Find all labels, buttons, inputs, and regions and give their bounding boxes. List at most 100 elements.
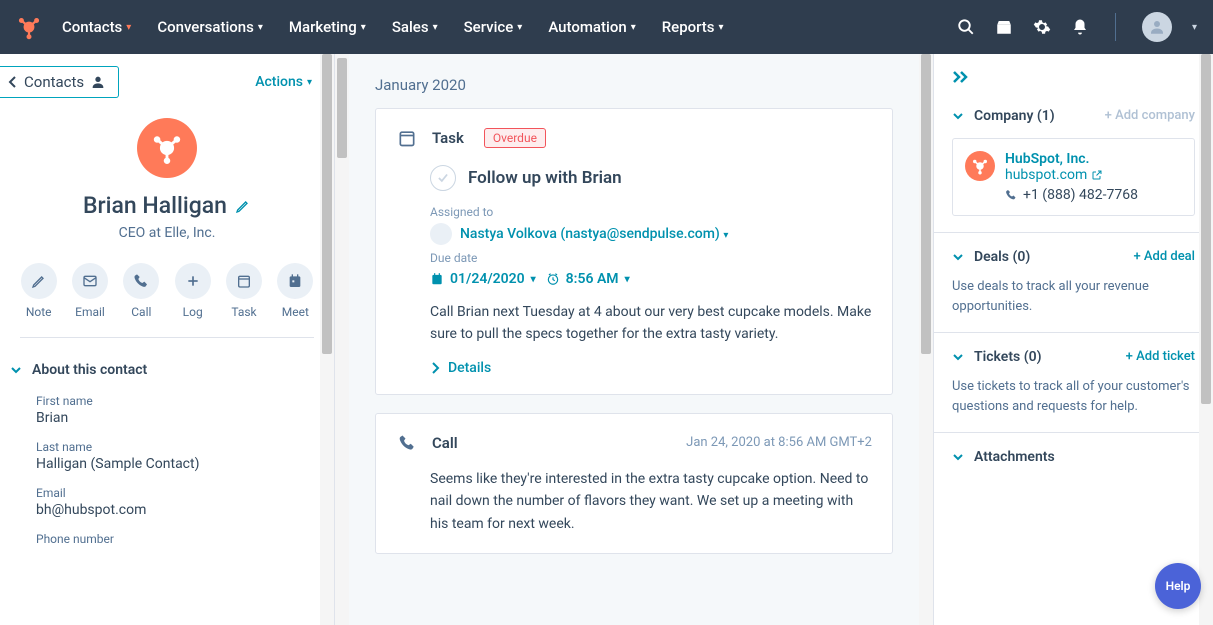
action-label: Call [131,305,151,319]
chevron-down-icon: ▾ [723,230,728,241]
nav-contacts[interactable]: Contacts▾ [62,18,131,36]
scrollbar[interactable] [320,54,334,625]
top-nav: Contacts▾ Conversations▾ Marketing▾ Sale… [0,0,1213,54]
external-link-icon [1091,169,1103,181]
action-label: Note [26,305,52,319]
attachments-section: Attachments [934,433,1213,481]
meet-button[interactable] [277,263,313,299]
task-icon [396,127,418,149]
task-description: Call Brian next Tuesday at 4 about our v… [430,301,872,346]
scrollbar[interactable] [919,54,933,625]
add-company-link[interactable]: + Add company [1105,108,1195,123]
note-button[interactable] [21,263,57,299]
help-fab[interactable]: Help [1155,563,1201,609]
pencil-icon[interactable] [235,198,251,214]
task-title: Follow up with Brian [468,168,622,188]
due-date-label: Due date [430,251,872,265]
task-card: Task Overdue Follow up with Brian Assign… [375,108,893,395]
chevron-down-icon: ▾ [126,22,131,33]
add-ticket-link[interactable]: + Add ticket [1126,349,1195,364]
log-button[interactable] [175,263,211,299]
nav-automation[interactable]: Automation▾ [548,18,635,36]
card-type-label: Task [432,129,464,147]
company-domain-link[interactable]: hubspot.com [1005,167,1138,183]
chevron-down-icon: ▾ [625,274,630,285]
chevron-right-icon [430,362,440,374]
back-to-contacts[interactable]: Contacts [0,66,119,98]
action-label: Email [75,305,105,319]
nav-sales[interactable]: Sales▾ [392,18,438,36]
chevron-down-icon [952,110,964,122]
hubspot-logo[interactable] [16,14,42,40]
task-complete-checkbox[interactable] [430,165,456,191]
scrollbar[interactable] [335,54,349,625]
tickets-section: Tickets (0) + Add ticket Use tickets to … [934,333,1213,433]
chevron-down-icon [952,351,964,363]
bell-icon[interactable] [1071,18,1089,36]
phone-icon [396,432,418,454]
attachments-section-toggle[interactable]: Attachments [952,449,1195,465]
phone-icon [1005,189,1017,201]
field-email[interactable]: Email bh@hubspot.com [0,482,334,528]
call-body: Seems like they're interested in the ext… [430,468,872,535]
nav-conversations[interactable]: Conversations▾ [157,18,263,36]
chevron-down-icon[interactable]: ▾ [1192,22,1197,33]
assignee-dropdown[interactable]: Nastya Volkova (nastya@sendpulse.com) ▾ [460,226,728,242]
contact-subtitle: CEO at Elle, Inc. [20,225,314,241]
details-toggle[interactable]: Details [430,360,872,376]
chevron-down-icon: ▾ [307,77,312,88]
chevron-down-icon: ▾ [361,22,366,33]
field-phone[interactable]: Phone number [0,528,334,558]
nav-reports[interactable]: Reports▾ [662,18,724,36]
chevron-down-icon: ▾ [631,22,636,33]
tickets-help-text: Use tickets to track all of your custome… [952,377,1195,416]
call-timestamp: Jan 24, 2020 at 8:56 AM GMT+2 [686,435,872,450]
user-avatar[interactable] [1142,12,1172,42]
assignee-avatar [430,223,452,245]
deals-section: Deals (0) + Add deal Use deals to track … [934,233,1213,333]
action-label: Task [231,305,256,319]
chevron-left-icon [8,76,18,88]
chevron-down-icon: ▾ [531,274,536,285]
calendar-icon [430,272,444,286]
timeline-panel: January 2020 Task Overdue Follow up with… [335,54,933,625]
due-date-picker[interactable]: 01/24/2020 ▾ [430,271,536,287]
deals-help-text: Use deals to track all your revenue oppo… [952,277,1195,316]
assigned-to-label: Assigned to [430,205,872,219]
company-section: Company (1) + Add company HubSpot, Inc. … [934,92,1213,233]
divider [1115,13,1116,41]
chevron-down-icon: ▾ [258,22,263,33]
field-first-name[interactable]: First name Brian [0,390,334,436]
company-card[interactable]: HubSpot, Inc. hubspot.com +1 (888) 482-7… [952,138,1195,216]
field-last-name[interactable]: Last name Halligan (Sample Contact) [0,436,334,482]
contact-name: Brian Halligan [83,192,251,219]
timeline-month: January 2020 [375,76,893,94]
gear-icon[interactable] [1033,18,1051,36]
company-logo [965,151,995,181]
company-name: HubSpot, Inc. [1005,151,1138,167]
due-time-picker[interactable]: 8:56 AM ▾ [546,271,630,287]
company-phone[interactable]: +1 (888) 482-7768 [1005,187,1138,203]
back-label: Contacts [24,73,84,91]
add-deal-link[interactable]: + Add deal [1133,249,1195,264]
right-panel: Company (1) + Add company HubSpot, Inc. … [933,54,1213,625]
call-button[interactable] [123,263,159,299]
email-button[interactable] [72,263,108,299]
action-label: Log [183,305,203,319]
contact-icon [90,74,106,90]
left-panel: Contacts Actions ▾ Brian Halligan CEO at… [0,54,335,625]
collapse-panel-button[interactable] [934,54,1213,92]
chevron-down-icon [952,251,964,263]
search-icon[interactable] [957,18,975,36]
marketplace-icon[interactable] [995,18,1013,36]
nav-service[interactable]: Service▾ [464,18,523,36]
contact-avatar[interactable] [137,118,197,178]
chevron-down-icon: ▾ [517,22,522,33]
about-section-header[interactable]: About this contact [0,346,334,390]
action-label: Meet [282,305,309,319]
scrollbar[interactable] [1199,54,1213,625]
actions-dropdown[interactable]: Actions ▾ [255,74,312,90]
chevron-down-icon: ▾ [719,22,724,33]
task-button[interactable] [226,263,262,299]
nav-marketing[interactable]: Marketing▾ [289,18,366,36]
